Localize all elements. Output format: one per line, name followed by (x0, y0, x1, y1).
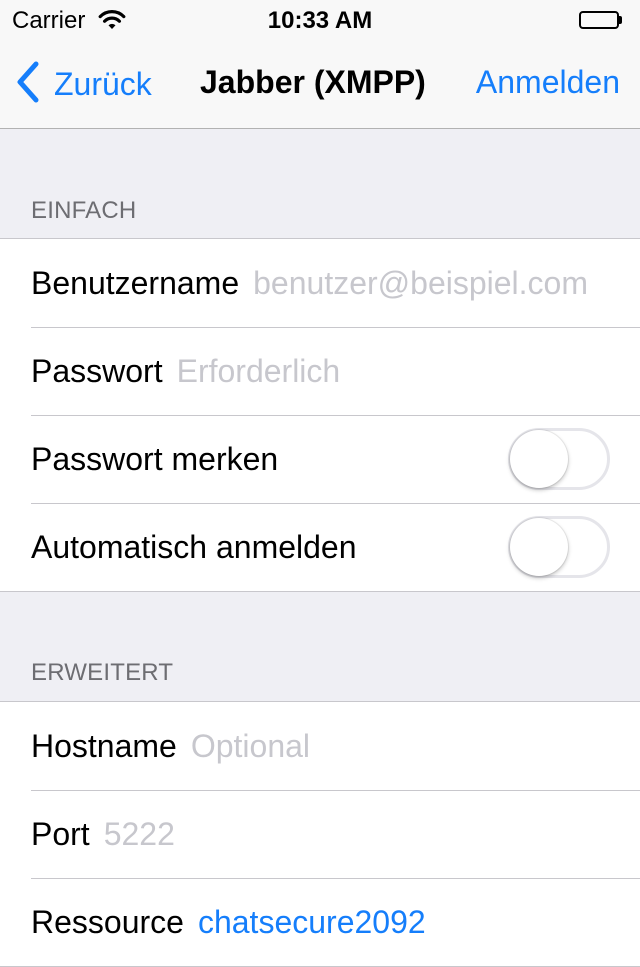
status-bar: Carrier 10:33 AM (0, 0, 640, 40)
basic-settings-group: Benutzername Passwort Passwort merken Au… (0, 238, 640, 592)
back-button[interactable]: Zurück (14, 60, 152, 109)
remember-password-row: Passwort merken (0, 415, 640, 503)
clock: 10:33 AM (267, 7, 373, 34)
username-input[interactable] (253, 264, 640, 302)
page-title: Jabber (XMPP) (200, 64, 426, 100)
login-button[interactable]: Anmelden (476, 64, 620, 101)
hostname-row: Hostname (0, 702, 640, 790)
username-row: Benutzername (0, 239, 640, 327)
hostname-input[interactable] (190, 727, 640, 765)
resource-label: Ressource (31, 903, 184, 940)
port-row: Port (0, 790, 640, 878)
auto-login-toggle[interactable] (508, 516, 610, 578)
top-bar: Carrier 10:33 AM Zurück Jabber (XMPP) An… (0, 0, 640, 129)
chevron-left-icon (14, 60, 42, 109)
hostname-label: Hostname (31, 727, 177, 764)
remember-password-toggle[interactable] (508, 428, 610, 490)
username-label: Benutzername (31, 264, 240, 301)
port-input[interactable] (103, 815, 640, 853)
advanced-settings-group: Hostname Port Ressource (0, 701, 640, 967)
auto-login-row: Automatisch anmelden (0, 503, 640, 591)
toggle-knob (510, 430, 568, 488)
back-label: Zurück (54, 65, 152, 102)
battery-icon (579, 11, 623, 29)
password-input[interactable] (176, 352, 640, 390)
auto-login-label: Automatisch anmelden (31, 528, 357, 565)
section-header-basic: EINFACH (31, 197, 137, 224)
password-row: Passwort (0, 327, 640, 415)
resource-row: Ressource (0, 878, 640, 966)
resource-input[interactable] (197, 903, 640, 941)
port-label: Port (31, 815, 90, 852)
remember-password-label: Passwort merken (31, 440, 279, 477)
toggle-knob (510, 518, 568, 576)
password-label: Passwort (31, 352, 163, 389)
section-header-advanced: ERWEITERT (31, 659, 174, 686)
